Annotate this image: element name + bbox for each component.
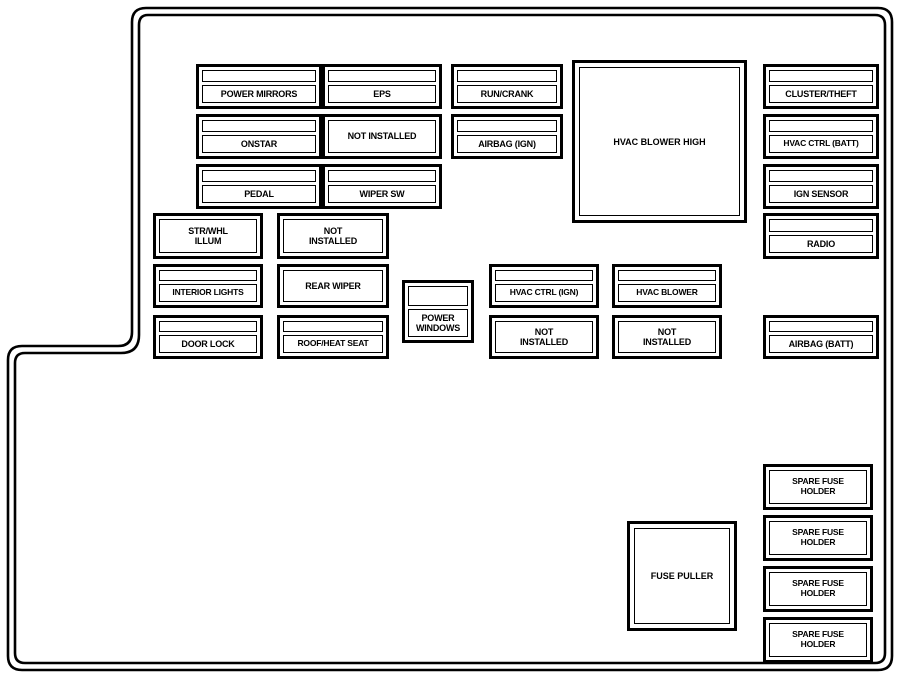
fuse-slot-airbag-ign[interactable]: AIRBAG (IGN) bbox=[451, 114, 563, 159]
fuse-label-run-crank: RUN/CRANK bbox=[457, 85, 557, 103]
fuse-slot-airbag-batt[interactable]: AIRBAG (BATT) bbox=[763, 315, 879, 359]
fuse-slot-wiper-sw[interactable]: WIPER SW bbox=[322, 164, 442, 209]
fuse-slot-power-mirrors[interactable]: POWER MIRRORS bbox=[196, 64, 322, 109]
fuse-slot-str-whl-illum[interactable]: STR/WHL ILLUM bbox=[153, 213, 263, 259]
fuse-slot-run-crank[interactable]: RUN/CRANK bbox=[451, 64, 563, 109]
fuse-slot-spare-fuse-holder-3[interactable]: SPARE FUSE HOLDER bbox=[763, 566, 873, 612]
fuse-slot-eps[interactable]: EPS bbox=[322, 64, 442, 109]
fuse-slot-ign-sensor[interactable]: IGN SENSOR bbox=[763, 164, 879, 209]
fuse-label-hvac-blower: HVAC BLOWER bbox=[618, 284, 716, 302]
component-label-hvac-blower-high: HVAC BLOWER HIGH bbox=[579, 67, 740, 216]
fuse-label-wiper-sw: WIPER SW bbox=[328, 185, 436, 203]
fuse-cavity-roof-heat-seat bbox=[283, 321, 383, 332]
component-label-fuse-puller: FUSE PULLER bbox=[634, 528, 730, 624]
fuse-cavity-power-windows bbox=[408, 286, 468, 306]
fuse-slot-not-installed-2[interactable]: NOT INSTALLED bbox=[277, 213, 389, 259]
fuse-slot-not-installed-4[interactable]: NOT INSTALLED bbox=[612, 315, 722, 359]
fuse-label-radio: RADIO bbox=[769, 235, 873, 253]
fuse-slot-pedal[interactable]: PEDAL bbox=[196, 164, 322, 209]
fuse-cavity-hvac-ctrl-batt bbox=[769, 120, 873, 132]
fuse-slot-spare-fuse-holder-4[interactable]: SPARE FUSE HOLDER bbox=[763, 617, 873, 663]
fuse-label-power-mirrors: POWER MIRRORS bbox=[202, 85, 316, 103]
fuse-cavity-pedal bbox=[202, 170, 316, 182]
fuse-box-diagram: POWER MIRRORS EPS RUN/CRANK CLUSTER/THEFT ON… bbox=[0, 0, 900, 684]
fuse-label-hvac-ctrl-ign: HVAC CTRL (IGN) bbox=[495, 284, 593, 302]
fuse-cavity-door-lock bbox=[159, 321, 257, 332]
fuse-label-roof-heat-seat: ROOF/HEAT SEAT bbox=[283, 335, 383, 353]
fuse-slot-interior-lights[interactable]: INTERIOR LIGHTS bbox=[153, 264, 263, 308]
fuse-cavity-ign-sensor bbox=[769, 170, 873, 182]
fuse-slot-door-lock[interactable]: DOOR LOCK bbox=[153, 315, 263, 359]
component-fuse-puller[interactable]: FUSE PULLER bbox=[627, 521, 737, 631]
fuse-cavity-hvac-ctrl-ign bbox=[495, 270, 593, 281]
fuse-cavity-airbag-ign bbox=[457, 120, 557, 132]
fuse-label-eps: EPS bbox=[328, 85, 436, 103]
fuse-cavity-onstar bbox=[202, 120, 316, 132]
fuse-label-airbag-batt: AIRBAG (BATT) bbox=[769, 335, 873, 353]
fuse-label-not-installed-3: NOT INSTALLED bbox=[495, 321, 593, 353]
fuse-label-spare-fuse-holder-1: SPARE FUSE HOLDER bbox=[769, 470, 867, 504]
fuse-cavity-wiper-sw bbox=[328, 170, 436, 182]
fuse-label-door-lock: DOOR LOCK bbox=[159, 335, 257, 353]
fuse-label-cluster-theft: CLUSTER/THEFT bbox=[769, 85, 873, 103]
fuse-cavity-hvac-blower bbox=[618, 270, 716, 281]
fuse-slot-hvac-blower[interactable]: HVAC BLOWER bbox=[612, 264, 722, 308]
fuse-label-airbag-ign: AIRBAG (IGN) bbox=[457, 135, 557, 153]
fuse-label-not-installed-4: NOT INSTALLED bbox=[618, 321, 716, 353]
fuse-slot-onstar[interactable]: ONSTAR bbox=[196, 114, 322, 159]
fuse-label-ign-sensor: IGN SENSOR bbox=[769, 185, 873, 203]
component-hvac-blower-high[interactable]: HVAC BLOWER HIGH bbox=[572, 60, 747, 223]
fuse-slot-not-installed-1[interactable]: NOT INSTALLED bbox=[322, 114, 442, 159]
fuse-label-not-installed-2: NOT INSTALLED bbox=[283, 219, 383, 253]
fuse-label-hvac-ctrl-batt: HVAC CTRL (BATT) bbox=[769, 135, 873, 153]
fuse-slot-hvac-ctrl-batt[interactable]: HVAC CTRL (BATT) bbox=[763, 114, 879, 159]
fuse-cavity-radio bbox=[769, 219, 873, 232]
fuse-label-spare-fuse-holder-4: SPARE FUSE HOLDER bbox=[769, 623, 867, 657]
fuse-label-spare-fuse-holder-2: SPARE FUSE HOLDER bbox=[769, 521, 867, 555]
fuse-slot-cluster-theft[interactable]: CLUSTER/THEFT bbox=[763, 64, 879, 109]
fuse-slot-radio[interactable]: RADIO bbox=[763, 213, 879, 259]
fuse-label-str-whl-illum: STR/WHL ILLUM bbox=[159, 219, 257, 253]
fuse-label-rear-wiper: REAR WIPER bbox=[283, 270, 383, 302]
fuse-cavity-airbag-batt bbox=[769, 321, 873, 332]
fuse-label-pedal: PEDAL bbox=[202, 185, 316, 203]
fuse-cavity-eps bbox=[328, 70, 436, 82]
fuse-cavity-run-crank bbox=[457, 70, 557, 82]
fuse-slot-rear-wiper[interactable]: REAR WIPER bbox=[277, 264, 389, 308]
fuse-cavity-interior-lights bbox=[159, 270, 257, 281]
fuse-label-spare-fuse-holder-3: SPARE FUSE HOLDER bbox=[769, 572, 867, 606]
fuse-label-power-windows: POWER WINDOWS bbox=[408, 309, 468, 337]
fuse-slot-not-installed-3[interactable]: NOT INSTALLED bbox=[489, 315, 599, 359]
fuse-slot-power-windows[interactable]: POWER WINDOWS bbox=[402, 280, 474, 343]
fuse-cavity-power-mirrors bbox=[202, 70, 316, 82]
fuse-cavity-cluster-theft bbox=[769, 70, 873, 82]
fuse-label-not-installed-1: NOT INSTALLED bbox=[328, 120, 436, 153]
fuse-label-onstar: ONSTAR bbox=[202, 135, 316, 153]
fuse-slot-spare-fuse-holder-1[interactable]: SPARE FUSE HOLDER bbox=[763, 464, 873, 510]
fuse-slot-spare-fuse-holder-2[interactable]: SPARE FUSE HOLDER bbox=[763, 515, 873, 561]
fuse-label-interior-lights: INTERIOR LIGHTS bbox=[159, 284, 257, 302]
fuse-slot-hvac-ctrl-ign[interactable]: HVAC CTRL (IGN) bbox=[489, 264, 599, 308]
fuse-slot-roof-heat-seat[interactable]: ROOF/HEAT SEAT bbox=[277, 315, 389, 359]
